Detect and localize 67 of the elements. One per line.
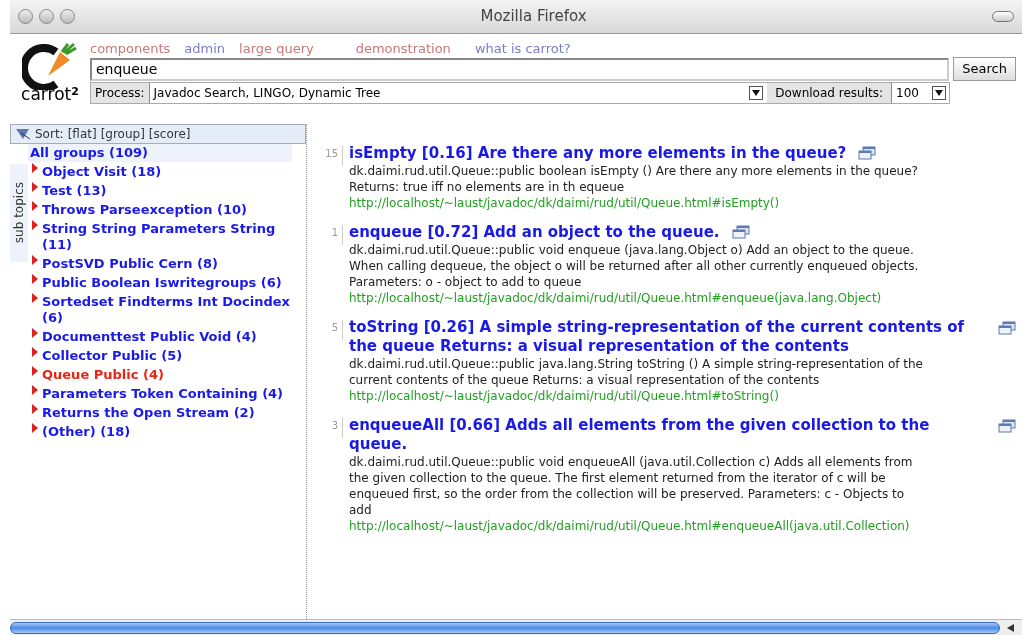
expand-arrow-icon[interactable] xyxy=(32,273,38,284)
expand-arrow-icon[interactable] xyxy=(32,346,38,357)
topic-item[interactable]: Returns the Open Stream (2) xyxy=(28,403,292,422)
process-dropdown[interactable]: Javadoc Search, LINGO, Dynamic Tree xyxy=(148,83,768,103)
result-url[interactable]: http://localhost/~laust/javadoc/dk/daimi/rud/util/Queue.html#isEmpty() xyxy=(349,195,1016,211)
search-button[interactable]: Search xyxy=(953,57,1016,81)
expand-arrow-icon[interactable] xyxy=(32,181,38,192)
logo-text: carrot$^{2}$ xyxy=(21,86,79,103)
result-snippet: dk.daimi.rud.util.Queue::public void enqueueAll (java.util.Collection c) Adds all elements from the given collection to the queue. The first element returned from the iterator of c will be enqueued first, so the order from the collection will be preserved. Parameters: c - Objects to add xyxy=(349,454,914,518)
new-window-icon[interactable] xyxy=(998,321,1016,335)
process-label: Process: xyxy=(94,85,146,102)
download-label: Download results: xyxy=(774,85,884,102)
sort-link[interactable]: [flat] xyxy=(67,125,97,143)
expand-arrow-icon[interactable] xyxy=(32,403,38,414)
expand-arrow-icon[interactable] xyxy=(32,219,38,230)
toolbar-toggle-icon[interactable] xyxy=(992,11,1014,22)
result-url[interactable]: http://localhost/~laust/javadoc/dk/daimi/rud/util/Queue.html#enqueue(java.lang.Object) xyxy=(349,290,1016,306)
result-title[interactable]: isEmpty [0.16] Are there any more elements in the queue? xyxy=(349,144,847,163)
expand-arrow-icon[interactable] xyxy=(32,365,38,376)
result-url[interactable]: http://localhost/~laust/javadoc/dk/daimi/rud/util/Queue.html#enqueueAll(java.util.Collection) xyxy=(349,518,1016,534)
nav-link[interactable]: admin xyxy=(184,38,226,59)
topic-item[interactable]: (Other) (18) xyxy=(28,422,292,441)
new-window-icon[interactable] xyxy=(858,146,877,160)
expand-arrow-icon[interactable] xyxy=(32,162,38,173)
expand-arrow-icon[interactable] xyxy=(32,422,38,433)
topic-item[interactable]: Test (13) xyxy=(28,181,292,200)
result-title[interactable]: enqueueAll [0.66] Adds all elements from the given collection to the queue. xyxy=(349,416,969,454)
rank-number: 5 xyxy=(323,320,343,340)
sort-label: Sort: xyxy=(35,126,64,143)
topic-item[interactable]: Queue Public (4) xyxy=(28,365,292,384)
expand-arrow-icon[interactable] xyxy=(32,292,38,303)
scrollbar-thumb[interactable] xyxy=(10,621,1000,634)
topic-item[interactable]: Collector Public (5) xyxy=(28,346,292,365)
expand-arrow-icon[interactable] xyxy=(32,200,38,211)
result-snippet: dk.daimi.rud.util.Queue::public void enqueue (java.lang.Object o) Add an object to the queue. When calling dequeue, the object o will be returned after all other currently enqueued objects. Parameters: o - object to add to queue xyxy=(349,242,920,290)
expand-arrow-icon[interactable] xyxy=(32,254,38,265)
all-groups-link[interactable]: All groups (109) xyxy=(28,144,292,162)
topic-item[interactable]: PostSVD Public Cern (8) xyxy=(28,254,292,273)
result-title[interactable]: toString [0.26] A simple string-representation of the current contents of the queue Returns: a visual representation of the contents xyxy=(349,318,969,356)
topic-item[interactable]: Parameters Token Containing (4) xyxy=(28,384,292,403)
topic-item[interactable]: String String Parameters String (11) xyxy=(28,219,292,254)
topic-item[interactable]: Public Boolean Iswritegroups (6) xyxy=(28,273,292,292)
side-tab-label: sub topics xyxy=(11,182,27,244)
side-tab[interactable]: sub topics xyxy=(10,164,28,262)
rank-number: 15 xyxy=(323,146,343,166)
download-dropdown[interactable]: 100 xyxy=(891,83,949,103)
sort-link[interactable]: [score] xyxy=(148,125,191,143)
expand-arrow-icon[interactable] xyxy=(32,384,38,395)
topic-item[interactable]: Object Visit (18) xyxy=(28,162,292,181)
result-url[interactable]: http://localhost/~laust/javadoc/dk/daimi/rud/util/Queue.html#toString() xyxy=(349,388,1016,404)
scroll-left-icon[interactable] xyxy=(1007,623,1015,632)
topic-item[interactable]: Sortedset Findterms Int Docindex (6) xyxy=(28,292,292,327)
sort-icon xyxy=(15,127,31,141)
result-snippet: dk.daimi.rud.util.Queue::public java.lang.String toString () A simple string-representation of the current contents of the queue Returns: a visual representation of the contents xyxy=(349,356,924,388)
result-snippet: dk.daimi.rud.util.Queue::public boolean isEmpty () Are there any more elements in the queue? Returns: true iff no elements are in th equeue xyxy=(349,163,919,195)
new-window-icon[interactable] xyxy=(731,225,750,239)
result-title[interactable]: enqueue [0.72] Add an object to the queue. xyxy=(349,223,720,242)
topic-item[interactable]: Documenttest Public Void (4) xyxy=(28,327,292,346)
nav-link[interactable]: what is carrot? xyxy=(474,38,571,59)
new-window-icon[interactable] xyxy=(998,419,1016,433)
topic-item[interactable]: Throws Parseexception (10) xyxy=(28,200,292,219)
search-field[interactable]: enqueue xyxy=(90,57,950,81)
expand-arrow-icon[interactable] xyxy=(32,327,38,338)
window-title: Mozilla Firefox xyxy=(479,6,588,28)
rank-number: 1 xyxy=(323,225,343,245)
sort-link[interactable]: [group] xyxy=(100,125,145,143)
rank-number: 3 xyxy=(323,418,343,438)
